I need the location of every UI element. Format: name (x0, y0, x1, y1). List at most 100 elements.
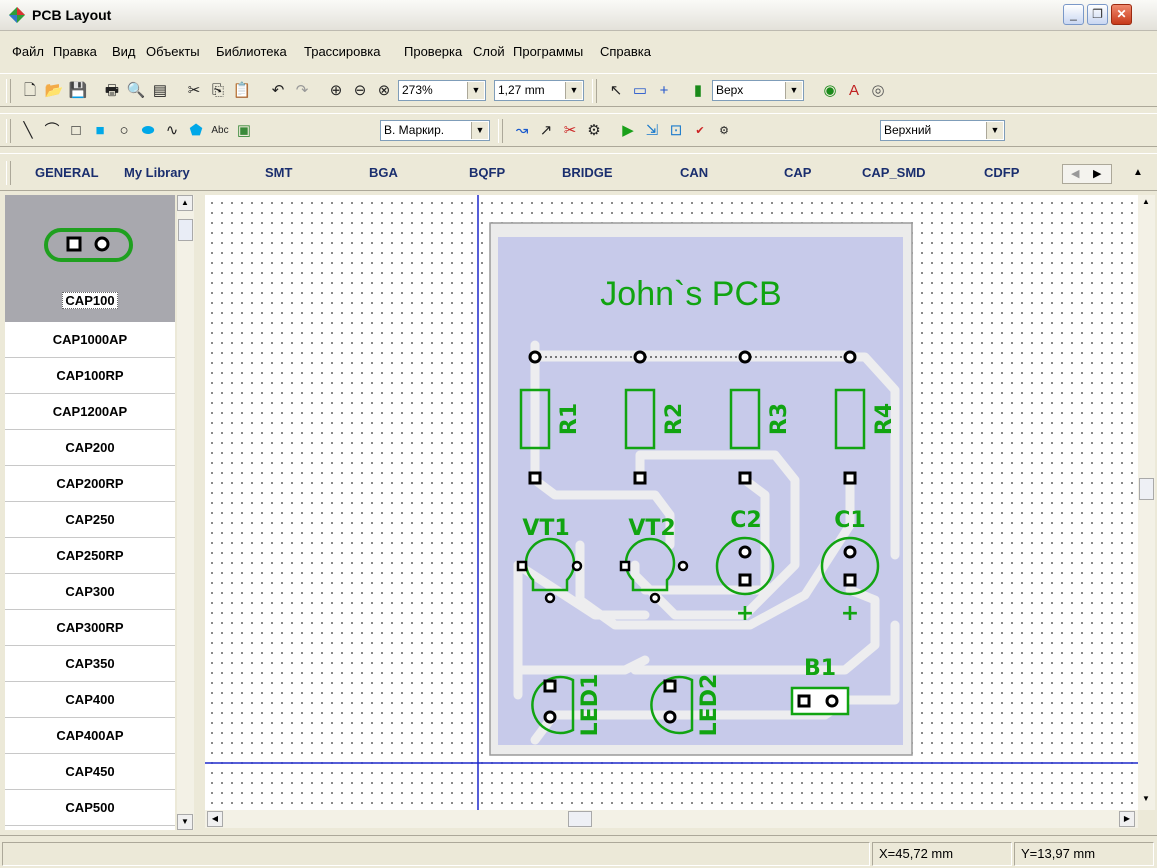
route-icon[interactable]: ↝ (512, 121, 532, 141)
toolbar-grip[interactable] (498, 119, 503, 143)
polyline-icon[interactable]: ∿ (162, 121, 182, 141)
tab-cap-smd[interactable]: CAP_SMD (862, 165, 926, 180)
redo-icon[interactable]: ↷ (292, 81, 312, 101)
restore-button[interactable]: ❐ (1087, 4, 1108, 25)
tab-bga[interactable]: BGA (369, 165, 398, 180)
list-item[interactable]: CAP300 (5, 574, 175, 610)
tab-general[interactable]: GENERAL (35, 165, 99, 180)
scroll-right-icon[interactable]: ▶ (1093, 167, 1101, 180)
via-icon[interactable]: ◎ (868, 81, 888, 101)
text-layer-select[interactable]: В. Маркир. ▼ (380, 120, 490, 141)
toolbar-grip[interactable] (6, 161, 11, 185)
polygon-icon[interactable]: ⬟ (186, 121, 206, 141)
component-list-scrollbar[interactable]: ▲ ▼ (177, 195, 194, 830)
scroll-up-icon[interactable]: ▲ (177, 195, 193, 211)
save-icon[interactable]: 💾 (68, 81, 88, 101)
unroute-icon[interactable]: ✂ (560, 121, 580, 141)
tab-bridge[interactable]: BRIDGE (562, 165, 613, 180)
drc-check-icon[interactable]: ✔ (690, 121, 710, 141)
list-item[interactable]: CAP200 (5, 430, 175, 466)
circle-icon[interactable]: ○ (114, 121, 134, 141)
scrollbar-thumb[interactable] (1139, 478, 1154, 500)
undo-icon[interactable]: ↶ (268, 81, 288, 101)
toolbar-grip[interactable] (592, 79, 597, 103)
export-icon[interactable]: ⇲ (642, 121, 662, 141)
crosshair-icon[interactable]: + (654, 81, 674, 101)
rectangle-icon[interactable]: □ (66, 121, 86, 141)
zoom-select[interactable]: 273% ▼ (398, 80, 486, 101)
minimize-button[interactable]: _ (1063, 4, 1084, 25)
scroll-down-icon[interactable]: ▼ (1138, 792, 1154, 808)
scroll-right-icon[interactable]: ▶ (1119, 811, 1135, 827)
grid-select[interactable]: 1,27 mm ▼ (494, 80, 584, 101)
list-item[interactable]: CAP100RP (5, 358, 175, 394)
filled-circle-icon[interactable]: ⬬ (138, 121, 158, 141)
filled-rectangle-icon[interactable]: ■ (90, 121, 110, 141)
scrollbar-thumb[interactable] (178, 219, 193, 241)
text-a-icon[interactable]: A (844, 81, 864, 101)
tab-bqfp[interactable]: BQFP (469, 165, 505, 180)
text-tool-icon[interactable]: Abc (210, 121, 230, 141)
drc-settings-icon[interactable]: ⚙ (714, 121, 734, 141)
image-icon[interactable]: ▣ (234, 121, 254, 141)
print-icon[interactable]: 🖶 (102, 81, 122, 101)
list-item[interactable]: CAP1000AP (5, 322, 175, 358)
zoom-fit-icon[interactable]: ⊗ (374, 81, 394, 101)
chevron-down-icon[interactable]: ▼ (471, 122, 488, 139)
properties-icon[interactable]: ▤ (150, 81, 170, 101)
menu-objects[interactable]: Объекты (146, 44, 200, 59)
zoom-out-icon[interactable]: ⊖ (350, 81, 370, 101)
layer-select[interactable]: Верх ▼ (712, 80, 804, 101)
scroll-up-icon[interactable]: ▲ (1138, 195, 1154, 211)
tab-can[interactable]: CAN (680, 165, 708, 180)
select-arrow-icon[interactable]: ↖ (606, 81, 626, 101)
arc-icon[interactable]: ⌒ (42, 121, 62, 141)
canvas-vscrollbar[interactable]: ▲ ▼ (1138, 195, 1155, 810)
tab-cdfp[interactable]: CDFP (984, 165, 1019, 180)
pcb-canvas[interactable]: John`s PCB R1 R2 R3 R4 VT1 VT2 C2 C1 + +… (205, 195, 1138, 810)
routing-settings-icon[interactable]: ⚙ (584, 121, 604, 141)
side-select[interactable]: Верхний ▼ (880, 120, 1005, 141)
new-file-icon[interactable]: 🗋 (20, 81, 40, 101)
list-item[interactable]: CAP250 (5, 502, 175, 538)
menu-help[interactable]: Справка (600, 44, 651, 59)
list-item[interactable]: CAP1200AP (5, 394, 175, 430)
copy-icon[interactable]: ⎘ (208, 81, 228, 101)
tab-my-library[interactable]: My Library (124, 165, 190, 180)
list-item[interactable]: CAP400 (5, 682, 175, 718)
print-preview-icon[interactable]: 🔍 (126, 81, 146, 101)
list-item[interactable]: CAP400AP (5, 718, 175, 754)
net-icon[interactable]: ⊡ (666, 121, 686, 141)
cut-icon[interactable]: ✂ (184, 81, 204, 101)
list-item[interactable]: CAP300RP (5, 610, 175, 646)
canvas-hscrollbar[interactable]: ◀ ▶ (205, 810, 1138, 828)
list-item[interactable]: CAP450 (5, 754, 175, 790)
menu-library[interactable]: Библиотека (216, 44, 287, 59)
menu-routing[interactable]: Трассировка (304, 44, 381, 59)
list-item[interactable]: CAP500 (5, 790, 175, 826)
tab-smt[interactable]: SMT (265, 165, 292, 180)
scroll-down-icon[interactable]: ▼ (177, 814, 193, 830)
menu-programs[interactable]: Программы (513, 44, 583, 59)
selected-component-label[interactable]: CAP100 (62, 292, 118, 309)
scroll-left-icon[interactable]: ◀ (207, 811, 223, 827)
tab-cap[interactable]: CAP (784, 165, 811, 180)
toolbar-grip[interactable] (6, 79, 11, 103)
chevron-down-icon[interactable]: ▼ (986, 122, 1003, 139)
close-button[interactable]: ✕ (1111, 4, 1132, 25)
chevron-down-icon[interactable]: ▼ (467, 82, 484, 99)
dimension-icon[interactable]: ▭ (630, 81, 650, 101)
list-item[interactable]: CAP200RP (5, 466, 175, 502)
open-folder-icon[interactable]: 📂 (44, 81, 64, 101)
pad-icon[interactable]: ◉ (820, 81, 840, 101)
menu-edit[interactable]: Правка (53, 44, 97, 59)
tabs-menu-icon[interactable]: ▲ (1133, 167, 1143, 178)
list-item[interactable]: CAP250RP (5, 538, 175, 574)
layer-icon[interactable]: ▮ (688, 81, 708, 101)
toolbar-grip[interactable] (6, 119, 11, 143)
scroll-left-icon[interactable]: ◀ (1071, 167, 1079, 180)
chevron-down-icon[interactable]: ▼ (565, 82, 582, 99)
list-item[interactable]: CAP350 (5, 646, 175, 682)
menu-check[interactable]: Проверка (404, 44, 462, 59)
run-icon[interactable]: ▶ (618, 121, 638, 141)
